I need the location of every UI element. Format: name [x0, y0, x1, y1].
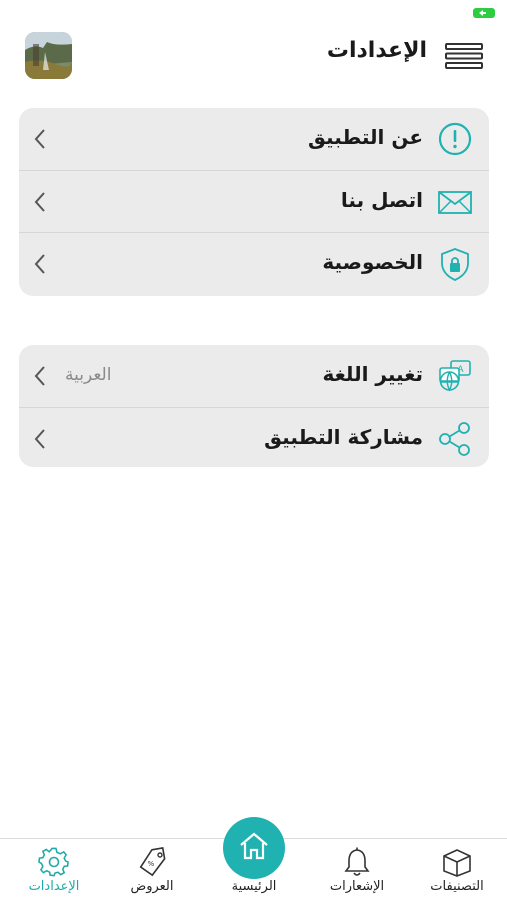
home-button[interactable] [223, 817, 285, 879]
status-bar [0, 0, 507, 22]
settings-row-contact[interactable]: اتصل بنا [19, 170, 489, 232]
settings-row-label: مشاركة التطبيق [264, 425, 423, 449]
page-title: الإعدادات [326, 38, 427, 63]
svg-text:%: % [148, 860, 155, 868]
info-icon [437, 121, 473, 157]
chevron-left-icon [33, 252, 47, 276]
bottom-nav: التصنيفات الإشعارات الرئيسية % العروض ال… [0, 817, 507, 900]
settings-row-label: تغيير اللغة [322, 362, 423, 386]
shield-lock-icon [437, 246, 473, 282]
nav-label: الإعدادات [28, 879, 80, 894]
chevron-left-icon [33, 427, 47, 451]
box-icon [441, 847, 473, 877]
settings-row-label: الخصوصية [322, 250, 423, 274]
nav-label: الرئيسية [231, 879, 277, 894]
hamburger-menu-icon[interactable] [445, 42, 483, 70]
nav-item-offers[interactable]: % العروض [102, 839, 202, 900]
chevron-left-icon [33, 190, 47, 214]
nav-label: الإشعارات [329, 879, 385, 894]
settings-row-about[interactable]: عن التطبيق [19, 108, 489, 170]
nav-label: العروض [130, 879, 174, 894]
settings-row-language[interactable]: A تغيير اللغة العربية [19, 345, 489, 407]
nav-item-categories[interactable]: التصنيفات [407, 839, 507, 900]
settings-row-share[interactable]: مشاركة التطبيق [19, 407, 489, 467]
envelope-icon [437, 184, 473, 220]
nav-item-settings[interactable]: الإعدادات [4, 839, 104, 900]
settings-row-label: اتصل بنا [340, 188, 423, 212]
home-icon [237, 830, 271, 866]
settings-group-general: عن التطبيق اتصل بنا الخصوصية [19, 108, 489, 296]
tag-icon: % [136, 846, 168, 877]
settings-group-app: A تغيير اللغة العربية مشاركة التطبيق [19, 345, 489, 467]
avatar[interactable] [25, 32, 72, 79]
language-value: العربية [65, 365, 112, 385]
settings-row-privacy[interactable]: الخصوصية [19, 232, 489, 294]
gear-icon [38, 847, 70, 877]
chevron-left-icon [33, 127, 47, 151]
nav-label: التصنيفات [430, 879, 484, 894]
header: الإعدادات [0, 24, 507, 86]
share-icon [437, 421, 473, 457]
chevron-left-icon [33, 364, 47, 388]
battery-icon [473, 8, 495, 18]
bell-icon [341, 847, 373, 877]
settings-row-label: عن التطبيق [308, 125, 423, 149]
nav-item-notifications[interactable]: الإشعارات [307, 839, 407, 900]
language-icon: A [437, 358, 473, 394]
